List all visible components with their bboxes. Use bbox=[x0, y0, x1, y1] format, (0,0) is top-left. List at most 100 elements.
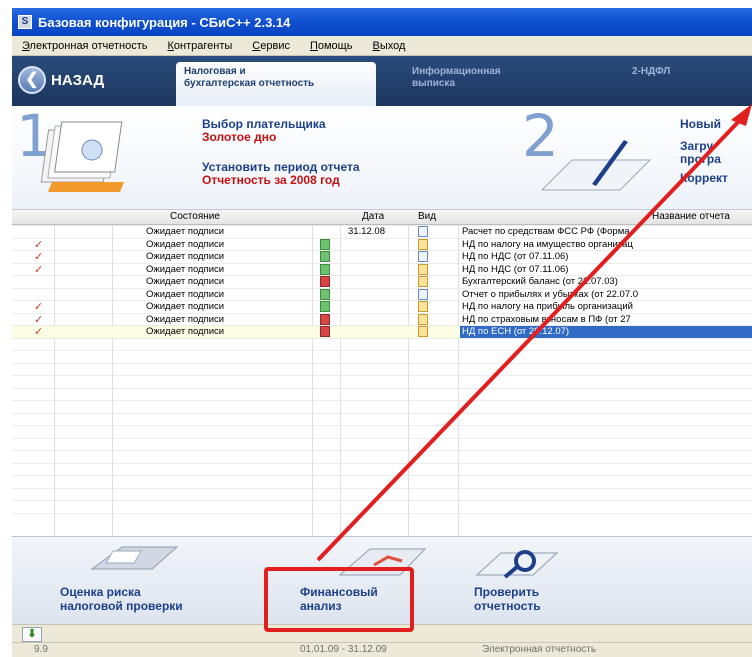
report-type-icon bbox=[418, 263, 428, 275]
row-mark[interactable]: ✓ bbox=[34, 264, 43, 276]
status-version: 9.9 bbox=[34, 644, 48, 655]
menu-bar: Электронная отчетность Контрагенты Серви… bbox=[12, 36, 752, 56]
check-reports-button[interactable]: Проверить отчетность bbox=[474, 585, 541, 613]
row-mark[interactable]: ✓ bbox=[34, 326, 43, 338]
row-report-name: Отчет о прибылях и убытках (от 22.07.0 bbox=[462, 288, 639, 300]
report-type-icon bbox=[418, 226, 428, 237]
menu-help[interactable]: Помощь bbox=[300, 40, 363, 52]
tab-info-extract[interactable]: Информационная выписка bbox=[404, 62, 564, 106]
row-report-name: НД по НДС (от 07.11.06) bbox=[462, 263, 569, 275]
tax-risk-button[interactable]: Оценка риска налоговой проверки bbox=[60, 585, 183, 613]
row-status: Ожидает подписи bbox=[146, 251, 225, 262]
col-date[interactable]: Дата bbox=[362, 211, 384, 222]
app-window: S Базовая конфигурация - СБиС++ 2.3.14 Э… bbox=[12, 8, 752, 657]
back-button[interactable]: ❮ НАЗАД bbox=[18, 65, 104, 95]
check-reports-line1: Проверить bbox=[474, 585, 540, 599]
row-report-name: НД по ЕСН (от 29.12.07) bbox=[460, 326, 752, 338]
signature-icon bbox=[320, 263, 330, 275]
report-type-icon bbox=[418, 313, 428, 325]
payer-value: Золотое дно bbox=[202, 130, 277, 144]
signature-icon bbox=[320, 313, 330, 325]
table-row[interactable]: Ожидает подписи 31.12.08 Расчет по средств… bbox=[12, 226, 752, 238]
back-label: НАЗАД bbox=[51, 71, 105, 89]
calculator-icon bbox=[90, 546, 179, 570]
col-status[interactable]: Состояние bbox=[170, 211, 220, 222]
signature-icon bbox=[320, 326, 330, 337]
row-status: Ожидает подписи bbox=[146, 238, 225, 250]
top-navigation: ❮ НАЗАД Налоговая и бухгалтерская отчетн… bbox=[12, 56, 752, 106]
status-bar: 9.9 01.01.09 - 31.12.09 Электронная отче… bbox=[12, 642, 752, 657]
status-mode: Электронная отчетность bbox=[482, 644, 597, 655]
signature-icon bbox=[320, 251, 330, 262]
row-report-name: НД по НДС (от 07.11.06) bbox=[462, 251, 569, 262]
table-row[interactable]: ✓ Ожидает подписи НД по НДС (от 07.11.06) bbox=[12, 251, 752, 263]
reports-table: Состояние Дата Вид Название отчета Ожида… bbox=[12, 210, 752, 536]
col-type[interactable]: Вид bbox=[418, 211, 436, 222]
row-status: Ожидает подписи bbox=[146, 276, 225, 287]
tax-risk-line2: налоговой проверки bbox=[60, 599, 183, 613]
back-arrow-icon: ❮ bbox=[18, 66, 46, 94]
tax-risk-line1: Оценка риска bbox=[60, 585, 141, 599]
row-report-name: Бухгалтерский баланс (от 22.07.03) bbox=[462, 276, 618, 287]
annotation-highlight-box bbox=[264, 567, 414, 632]
tab-ndfl[interactable]: 2-НДФЛ bbox=[624, 62, 744, 106]
table-row[interactable]: Ожидает подписи Отчет о прибылях и убытка… bbox=[12, 288, 752, 301]
tab-info-line2: выписка bbox=[412, 78, 456, 89]
row-report-name: Расчет по средствам ФСС РФ (Форма bbox=[462, 226, 630, 237]
table-row[interactable]: ✓ Ожидает подписи НД по налогу на прибыль … bbox=[12, 301, 752, 313]
status-period: 01.01.09 - 31.12.09 bbox=[300, 644, 387, 655]
table-row[interactable]: ✓ Ожидает подписи НД по ЕСН (от 29.12.07) bbox=[12, 326, 752, 338]
row-report-name: НД по налогу на прибыль организаций bbox=[462, 301, 633, 312]
magnifier-icon bbox=[475, 550, 559, 579]
table-header: Состояние Дата Вид Название отчета bbox=[12, 210, 752, 225]
tab-info-line1: Информационная bbox=[412, 66, 501, 77]
table-row[interactable]: ✓ Ожидает подписи НД по НДС (от 07.11.06) bbox=[12, 263, 752, 276]
tab-tax-reporting[interactable]: Налоговая и бухгалтерская отчетность bbox=[176, 62, 376, 106]
title-bar: S Базовая конфигурация - СБиС++ 2.3.14 bbox=[12, 8, 752, 36]
row-status: Ожидает подписи bbox=[146, 313, 225, 325]
tab-tax-line1: Налоговая и bbox=[184, 66, 246, 77]
menu-e-reporting[interactable]: Электронная отчетность bbox=[12, 40, 157, 52]
row-status: Ожидает подписи bbox=[146, 226, 225, 237]
report-type-icon bbox=[418, 238, 428, 250]
new-report-label[interactable]: Новый bbox=[680, 118, 721, 131]
report-type-icon bbox=[418, 288, 428, 300]
app-icon: S bbox=[18, 15, 32, 29]
report-type-icon bbox=[418, 301, 428, 312]
program-label: програ bbox=[680, 152, 721, 166]
row-report-name: НД по налогу на имущество организац bbox=[462, 238, 633, 250]
menu-service[interactable]: Сервис bbox=[242, 40, 300, 52]
row-report-name: НД по страховым взносам в ПФ (от 27 bbox=[462, 313, 631, 325]
signature-icon bbox=[320, 238, 330, 250]
table-row[interactable]: ✓ Ожидает подписи НД по налогу на имуществ… bbox=[12, 238, 752, 251]
menu-exit[interactable]: Выход bbox=[362, 40, 415, 52]
table-row[interactable]: Ожидает подписи Бухгалтерский баланс (от … bbox=[12, 276, 752, 288]
calendar-icon bbox=[40, 121, 124, 192]
row-mark[interactable]: ✓ bbox=[34, 239, 43, 251]
signature-icon bbox=[320, 288, 330, 300]
report-type-icon bbox=[418, 326, 428, 337]
menu-contractors[interactable]: Контрагенты bbox=[157, 40, 242, 52]
row-mark[interactable]: ✓ bbox=[34, 314, 43, 326]
report-type-icon bbox=[418, 276, 428, 287]
correct-label[interactable]: Коррект bbox=[680, 172, 728, 185]
signature-icon bbox=[320, 276, 330, 287]
row-status: Ожидает подписи bbox=[146, 301, 225, 312]
signature-icon bbox=[320, 301, 330, 312]
row-status: Ожидает подписи bbox=[146, 288, 225, 300]
check-reports-line2: отчетность bbox=[474, 599, 541, 613]
pen-paper-icon bbox=[540, 140, 652, 191]
window-title: Базовая конфигурация - СБиС++ 2.3.14 bbox=[38, 14, 291, 30]
tab-tax-line2: бухгалтерская отчетность bbox=[184, 78, 315, 89]
table-row[interactable]: ✓ Ожидает подписи НД по страховым взносам … bbox=[12, 313, 752, 326]
row-mark[interactable]: ✓ bbox=[34, 301, 43, 313]
download-arrow-icon[interactable]: ⬇ bbox=[22, 627, 42, 642]
row-status: Ожидает подписи bbox=[146, 326, 225, 337]
tab-ndfl-line1: 2-НДФЛ bbox=[632, 66, 671, 77]
row-date: 31.12.08 bbox=[348, 226, 385, 237]
period-value: Отчетность за 2008 год bbox=[202, 173, 340, 187]
row-mark[interactable]: ✓ bbox=[34, 251, 43, 263]
col-name[interactable]: Название отчета bbox=[652, 211, 730, 222]
report-type-icon bbox=[418, 251, 428, 262]
row-status: Ожидает подписи bbox=[146, 263, 225, 275]
